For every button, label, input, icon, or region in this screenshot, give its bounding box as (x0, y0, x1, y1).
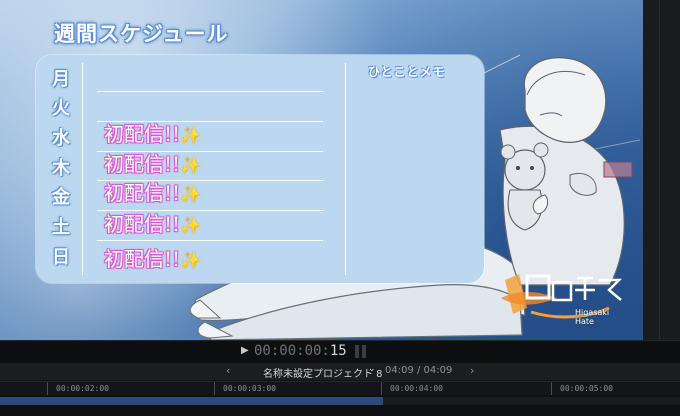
day-label-wed: 水 (52, 128, 70, 149)
logo-subtext: Higasaki Hate (575, 308, 610, 326)
ruler-tick (214, 382, 215, 396)
schedule-entry-sun: 初配信!!✨ (104, 247, 202, 271)
project-name[interactable]: 名称未設定プロジェクト 8 (263, 365, 383, 380)
schedule-entry-thu: 初配信!!✨ (104, 152, 202, 176)
sparkles-icon: ✨ (180, 251, 202, 271)
day-label-sat: 土 (52, 217, 70, 238)
ruler-tick (381, 382, 382, 396)
video-clip[interactable] (0, 397, 383, 405)
timeline-header: ‹ 名称未設定プロジェクト 8 ⌄ 04:09 / 04:09 › (0, 363, 680, 380)
timeline-ruler[interactable]: 00:00:02:00 00:00:03:00 00:00:04:00 00:0… (0, 381, 680, 396)
channel-logo: Higasaki Hate (497, 268, 627, 330)
chevron-right-icon[interactable]: › (470, 364, 474, 377)
sparkles-icon: ✨ (180, 156, 202, 176)
play-icon[interactable]: ▶ (241, 345, 249, 356)
day-column-divider (82, 63, 83, 275)
day-label-fri: 金 (52, 187, 70, 208)
day-label-thu: 木 (52, 158, 70, 179)
memo-title: ひとことメモ (368, 65, 446, 79)
ruler-label: 00:00:04:00 (390, 384, 443, 393)
chevron-down-icon[interactable]: ⌄ (368, 364, 376, 374)
ruler-label: 00:00:03:00 (223, 384, 276, 393)
ruler-label: 00:00:02:00 (56, 384, 109, 393)
sparkles-icon: ✨ (180, 216, 202, 236)
fullscreen-icon[interactable] (355, 345, 369, 358)
row-divider (97, 91, 323, 92)
inspector-edge (643, 0, 680, 340)
timeline-track[interactable] (0, 395, 680, 416)
ruler-tick (551, 382, 552, 396)
memo-column-divider (345, 63, 346, 275)
timecode-display[interactable]: 00:00:00:15 (254, 343, 347, 359)
sparkles-icon: ✨ (180, 185, 202, 205)
video-viewer[interactable]: 週間スケジュール 月 火 水 木 金 土 日 初配信!!✨ 初配信!!✨ 初配信… (0, 0, 643, 340)
schedule-entry-sat: 初配信!!✨ (104, 212, 202, 236)
schedule-entry-fri: 初配信!!✨ (104, 181, 202, 205)
row-divider (97, 240, 323, 241)
day-label-sun: 日 (52, 247, 70, 268)
ruler-label: 00:00:05:00 (560, 384, 613, 393)
day-label-tue: 火 (52, 98, 70, 119)
schedule-title: 週間スケジュール (54, 22, 229, 46)
sparkles-icon: ✨ (180, 126, 202, 146)
ruler-tick (47, 382, 48, 396)
transport-bar: ▶ 00:00:00:15 (0, 340, 680, 363)
schedule-entry-wed: 初配信!!✨ (104, 122, 202, 146)
project-duration: 04:09 / 04:09 (385, 365, 453, 376)
chevron-left-icon[interactable]: ‹ (226, 364, 230, 377)
day-label-mon: 月 (52, 69, 70, 90)
empty-track-region (383, 397, 680, 405)
